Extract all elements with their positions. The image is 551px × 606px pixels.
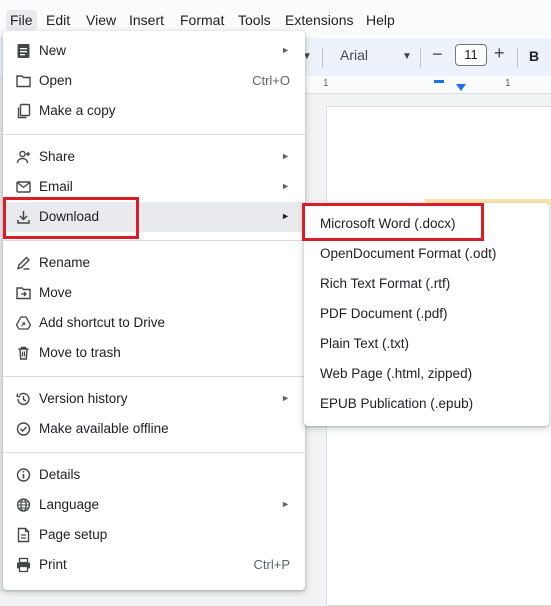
submenu-item-epub[interactable]: EPUB Publication (.epub)	[304, 388, 549, 418]
menu-item-label: Details	[39, 467, 81, 482]
file-menu: New ► Open Ctrl+O Make a copy Share ► Em…	[3, 31, 305, 590]
submenu-item-odt[interactable]: OpenDocument Format (.odt)	[304, 238, 549, 268]
submenu-item-label: Plain Text (.txt)	[320, 336, 410, 351]
menu-extensions[interactable]: Extensions	[285, 12, 353, 28]
menu-item-move[interactable]: Move	[3, 278, 305, 308]
print-icon	[15, 557, 32, 573]
toolbar-divider	[322, 48, 323, 68]
menu-help[interactable]: Help	[366, 12, 395, 28]
menu-item-print[interactable]: Print Ctrl+P	[3, 550, 305, 580]
menu-item-label: Share	[39, 149, 76, 164]
shortcut-label: Ctrl+O	[252, 73, 290, 88]
submenu-arrow-icon: ►	[281, 151, 290, 161]
ruler-indent-marker[interactable]	[434, 80, 444, 83]
page-setup-icon	[15, 527, 32, 543]
font-selector[interactable]: Arial	[340, 47, 368, 63]
submenu-arrow-icon: ►	[281, 393, 290, 403]
menu-item-details[interactable]: Details	[3, 460, 305, 490]
download-icon	[15, 209, 32, 225]
submenu-arrow-icon: ►	[281, 45, 290, 55]
copy-icon	[15, 103, 32, 119]
offline-icon	[15, 421, 32, 437]
drive-shortcut-icon	[15, 315, 32, 331]
folder-icon	[15, 73, 32, 89]
menu-item-label: Language	[39, 497, 100, 512]
menu-item-open[interactable]: Open Ctrl+O	[3, 66, 305, 96]
menu-divider	[3, 240, 305, 241]
download-submenu: Microsoft Word (.docx) OpenDocument Form…	[304, 203, 549, 426]
menu-format[interactable]: Format	[180, 12, 224, 28]
history-icon	[15, 391, 32, 407]
submenu-item-label: OpenDocument Format (.odt)	[320, 246, 497, 261]
menu-item-label: Page setup	[39, 527, 108, 542]
move-folder-icon	[15, 285, 32, 301]
share-person-icon	[15, 149, 32, 165]
menu-tools[interactable]: Tools	[238, 12, 271, 28]
submenu-item-label: Microsoft Word (.docx)	[320, 216, 456, 231]
menu-item-label: Open	[39, 73, 73, 88]
menu-item-move-to-trash[interactable]: Move to trash	[3, 338, 305, 368]
submenu-item-docx[interactable]: Microsoft Word (.docx)	[304, 208, 549, 238]
menu-item-new[interactable]: New ►	[3, 36, 305, 66]
menu-item-label: Print	[39, 557, 67, 572]
bold-button[interactable]: B	[529, 48, 539, 64]
menu-item-label: Make available offline	[39, 421, 169, 436]
menu-item-label: New	[39, 43, 67, 58]
menu-insert[interactable]: Insert	[129, 12, 164, 28]
ruler-label: 1	[323, 78, 329, 89]
menu-item-label: Download	[39, 209, 100, 224]
toolbar-divider	[517, 48, 518, 68]
menu-item-share[interactable]: Share ►	[3, 142, 305, 172]
menu-edit[interactable]: Edit	[46, 12, 70, 28]
ruler-tab-marker-icon[interactable]	[456, 84, 466, 91]
submenu-item-html[interactable]: Web Page (.html, zipped)	[304, 358, 549, 388]
email-icon	[15, 179, 32, 195]
globe-icon	[15, 497, 32, 513]
menu-item-download[interactable]: Download ►	[3, 202, 305, 232]
menu-item-page-setup[interactable]: Page setup	[3, 520, 305, 550]
submenu-item-label: PDF Document (.pdf)	[320, 306, 448, 321]
menu-item-email[interactable]: Email ►	[3, 172, 305, 202]
submenu-item-label: EPUB Publication (.epub)	[320, 396, 474, 411]
submenu-item-txt[interactable]: Plain Text (.txt)	[304, 328, 549, 358]
submenu-item-label: Web Page (.html, zipped)	[320, 366, 473, 381]
submenu-arrow-icon: ►	[281, 211, 290, 221]
toolbar-divider	[420, 48, 421, 68]
shortcut-label: Ctrl+P	[253, 557, 290, 572]
font-dropdown-arrow-icon[interactable]: ▼	[402, 51, 412, 62]
increase-font-size-button[interactable]: +	[494, 43, 505, 64]
ruler-label: 1	[505, 78, 511, 89]
menu-file[interactable]: File	[6, 10, 37, 30]
trash-icon	[15, 345, 32, 361]
menu-divider	[3, 376, 305, 377]
menu-item-make-available-offline[interactable]: Make available offline	[3, 414, 305, 444]
submenu-item-pdf[interactable]: PDF Document (.pdf)	[304, 298, 549, 328]
menu-divider	[3, 452, 305, 453]
font-size-input[interactable]: 11	[455, 44, 487, 66]
menu-item-add-shortcut-to-drive[interactable]: Add shortcut to Drive	[3, 308, 305, 338]
menu-item-label: Rename	[39, 255, 91, 270]
submenu-arrow-icon: ►	[281, 499, 290, 509]
decrease-font-size-button[interactable]: −	[432, 44, 443, 65]
rename-icon	[15, 255, 32, 271]
menu-divider	[3, 134, 305, 135]
menu-item-language[interactable]: Language ►	[3, 490, 305, 520]
menu-item-label: Move	[39, 285, 73, 300]
menu-item-label: Make a copy	[39, 103, 116, 118]
submenu-item-rtf[interactable]: Rich Text Format (.rtf)	[304, 268, 549, 298]
submenu-item-label: Rich Text Format (.rtf)	[320, 276, 451, 291]
menu-item-label: Email	[39, 179, 73, 194]
submenu-arrow-icon: ►	[281, 181, 290, 191]
info-icon	[15, 467, 32, 483]
menu-item-label: Move to trash	[39, 345, 121, 360]
menu-item-label: Add shortcut to Drive	[39, 315, 166, 330]
ruler: 1 1	[305, 76, 551, 94]
menu-item-label: Version history	[39, 391, 128, 406]
new-doc-icon	[15, 43, 32, 59]
menu-item-make-a-copy[interactable]: Make a copy	[3, 96, 305, 126]
menu-item-version-history[interactable]: Version history ►	[3, 384, 305, 414]
menu-item-rename[interactable]: Rename	[3, 248, 305, 278]
menu-view[interactable]: View	[86, 12, 116, 28]
